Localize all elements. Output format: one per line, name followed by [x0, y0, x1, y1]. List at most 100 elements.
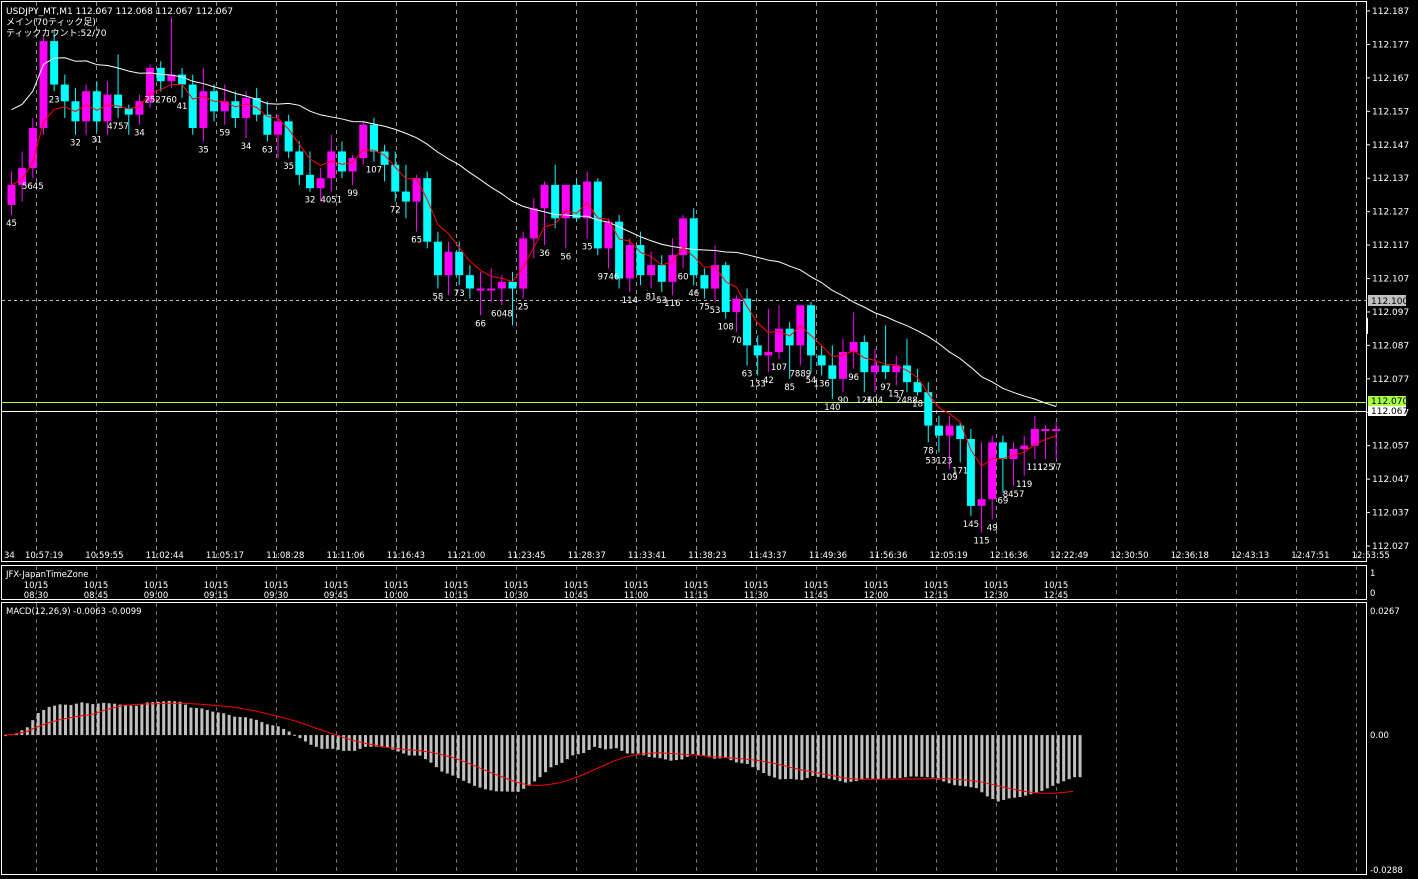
macd-bar [642, 735, 646, 756]
jfx-time: 09:15 [204, 591, 229, 601]
macd-bar [69, 704, 73, 736]
ask-tag: 112.100 [1371, 297, 1408, 307]
macd-bar [505, 735, 509, 792]
macd-bar [1051, 735, 1055, 786]
macd-bar [1018, 735, 1022, 798]
fast-ma-line [11, 83, 1057, 468]
time-label: 11:21:00 [447, 551, 485, 561]
macd-bar [178, 701, 182, 736]
candle-body [902, 365, 911, 383]
candle [7, 171, 16, 215]
tick-count: 119 [1016, 480, 1032, 490]
macd-bar [751, 735, 755, 768]
macd-bar [418, 735, 422, 756]
macd-bar [478, 735, 482, 788]
macd-bar [882, 735, 886, 779]
candle-body [337, 151, 346, 172]
tick-count: 42 [763, 376, 774, 386]
macd-bar [871, 735, 875, 779]
macd-bar [849, 735, 853, 782]
macd-bar [1045, 735, 1049, 789]
mode-line: メイン(70ティック足) [6, 17, 96, 28]
candle [1030, 415, 1039, 460]
candle-body [103, 94, 112, 122]
macd-bar [898, 735, 902, 778]
macd-bar [511, 735, 515, 792]
tick-count: 114 [622, 296, 638, 306]
macd-bar [484, 735, 487, 790]
candle [359, 121, 368, 165]
macd-bar [811, 735, 815, 776]
candle-body [401, 191, 410, 202]
macd-bar [347, 735, 351, 751]
macd-bar [980, 735, 984, 793]
tick-count: 99 [347, 189, 358, 199]
candle-body [881, 365, 890, 373]
macd-bar [522, 735, 526, 789]
macd-bar [1073, 735, 1077, 778]
macd-bar [424, 735, 427, 760]
macd-bar [189, 707, 193, 736]
macd-bar [140, 704, 144, 736]
tick-count: 6048 [491, 309, 513, 319]
candle-body [60, 84, 69, 102]
macd-bar [473, 735, 477, 786]
jfx-date: 10/15 [864, 581, 889, 591]
tick-count: 35 [283, 162, 294, 172]
jfx-date: 10/15 [264, 581, 289, 591]
macd-bar [118, 704, 122, 736]
macd-bar [936, 735, 940, 780]
candle-body [316, 178, 325, 189]
candle-body [988, 442, 997, 500]
candle-body [583, 181, 592, 219]
time-label: 34 [4, 551, 15, 561]
jfx-time: 12:45 [1044, 591, 1069, 601]
price-label: 112.077 [1372, 375, 1409, 385]
jfx-time: 09:00 [144, 591, 169, 601]
macd-bar [996, 735, 1000, 802]
macd-bar [254, 719, 258, 736]
candle [18, 151, 27, 202]
candle [860, 335, 869, 393]
symbol-line: USDJPY_MT,M1 112.067 112.068 112.067 112… [6, 7, 233, 17]
macd-bar [931, 735, 935, 778]
price-label: 112.047 [1372, 475, 1409, 485]
tick-count: 85 [784, 383, 795, 393]
macd-bar [249, 718, 253, 736]
tick-count: 31 [91, 135, 102, 145]
macd-bar [500, 735, 504, 792]
candle [988, 435, 997, 520]
macd-bar [544, 735, 547, 773]
jfx-labels: 10/1508:3010/1508:4510/1509:0010/1509:15… [24, 581, 1069, 601]
macd-bar [85, 703, 89, 736]
macd-bar [402, 735, 406, 754]
macd-title: MACD(12,26,9) -0.0063 -0.0099 [6, 607, 142, 617]
tick-count: 34 [134, 129, 145, 139]
candle [50, 31, 59, 92]
candle [892, 355, 901, 386]
candle-body [625, 245, 634, 279]
jfx-time: 10:45 [564, 591, 589, 601]
macd-bar [865, 735, 869, 779]
candle [721, 261, 730, 319]
macd-bar [685, 735, 689, 757]
macd-bar [904, 735, 907, 778]
macd-bar [336, 735, 340, 750]
tick-count: 60 [678, 272, 689, 282]
candle-body [860, 342, 869, 373]
candle [881, 325, 890, 379]
macd-bar [260, 722, 264, 736]
jfx-date: 10/15 [204, 581, 229, 591]
macd-bar [860, 735, 864, 780]
candle-body [561, 184, 570, 219]
candle [156, 61, 165, 92]
tick-count: 77 [1051, 463, 1062, 473]
macd-bar [593, 735, 597, 747]
macd-bar [614, 735, 618, 749]
candle [401, 164, 410, 219]
candle [135, 94, 144, 125]
macd-bar [380, 735, 384, 748]
candle-body [689, 218, 698, 276]
macd-bar [953, 735, 957, 786]
macd-bar [587, 735, 591, 750]
